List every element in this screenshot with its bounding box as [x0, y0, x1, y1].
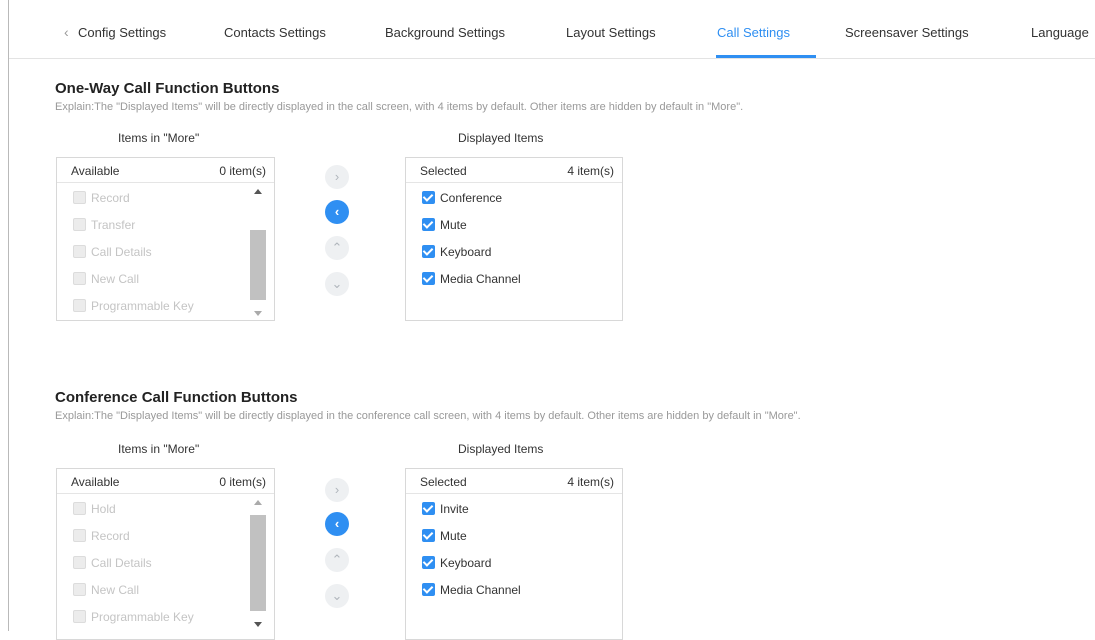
move-left-button[interactable]: ‹ — [325, 512, 349, 536]
active-tab-indicator — [716, 55, 816, 58]
one-way-displayed-header: Displayed Items — [458, 131, 544, 145]
available-count: 0 item(s) — [219, 475, 266, 489]
checkbox-icon — [73, 245, 86, 258]
selected-list-header: Selected 4 item(s) — [406, 158, 622, 183]
move-up-button[interactable]: ⌃ — [325, 548, 349, 572]
list-item: Hold — [73, 502, 116, 516]
available-list-scrollbar[interactable] — [250, 494, 266, 631]
available-list-scrollbar[interactable] — [250, 183, 266, 320]
list-item: Call Details — [73, 556, 152, 570]
conference-explain: Explain:The "Displayed Items" will be di… — [55, 410, 801, 422]
tab-language[interactable]: Language — [1031, 25, 1089, 40]
selected-list-header: Selected 4 item(s) — [406, 469, 622, 494]
available-count: 0 item(s) — [219, 164, 266, 178]
tab-layout-settings[interactable]: Layout Settings — [566, 25, 656, 40]
scroll-thumb[interactable] — [250, 515, 266, 611]
checkbox-icon — [73, 272, 86, 285]
settings-tab-bar: ‹ Config Settings Contacts Settings Back… — [9, 0, 1095, 59]
available-list-header: Available 0 item(s) — [57, 469, 274, 494]
move-up-button[interactable]: ⌃ — [325, 236, 349, 260]
checkbox-checked-icon[interactable] — [422, 556, 435, 569]
checkbox-icon — [73, 529, 86, 542]
one-way-available-list: Available 0 item(s) Record Transfer Call… — [56, 157, 275, 321]
list-item[interactable]: Invite — [422, 502, 469, 516]
checkbox-checked-icon[interactable] — [422, 272, 435, 285]
conference-selected-list: Selected 4 item(s) Invite Mute Keyboard … — [405, 468, 623, 640]
list-item[interactable]: Keyboard — [422, 556, 491, 570]
window-border — [8, 0, 9, 631]
checkbox-icon — [73, 299, 86, 312]
list-item[interactable]: Mute — [422, 529, 467, 543]
selected-count: 4 item(s) — [567, 475, 614, 489]
selected-label: Selected — [420, 164, 467, 178]
list-item: Record — [73, 191, 130, 205]
move-down-button[interactable]: ⌄ — [325, 584, 349, 608]
list-item: New Call — [73, 272, 139, 286]
conference-available-list: Available 0 item(s) Hold Record Call Det… — [56, 468, 275, 640]
checkbox-checked-icon[interactable] — [422, 502, 435, 515]
scroll-up-arrow-icon[interactable] — [254, 500, 262, 505]
one-way-selected-list: Selected 4 item(s) Conference Mute Keybo… — [405, 157, 623, 321]
checkbox-icon — [73, 610, 86, 623]
scroll-down-arrow-icon[interactable] — [254, 311, 262, 316]
one-way-explain: Explain:The "Displayed Items" will be di… — [55, 101, 744, 113]
tab-call-settings[interactable]: Call Settings — [717, 25, 790, 40]
list-item: Programmable Key — [73, 610, 194, 624]
tab-background-settings[interactable]: Background Settings — [385, 25, 505, 40]
conference-displayed-header: Displayed Items — [458, 442, 544, 456]
list-item: Transfer — [73, 218, 135, 232]
checkbox-checked-icon[interactable] — [422, 245, 435, 258]
available-list-header: Available 0 item(s) — [57, 158, 274, 183]
checkbox-checked-icon[interactable] — [422, 529, 435, 542]
move-right-button[interactable]: › — [325, 478, 349, 502]
checkbox-icon — [73, 583, 86, 596]
list-item[interactable]: Media Channel — [422, 272, 521, 286]
list-item: New Call — [73, 583, 139, 597]
tab-contacts-settings[interactable]: Contacts Settings — [224, 25, 326, 40]
checkbox-icon — [73, 191, 86, 204]
move-down-button[interactable]: ⌄ — [325, 272, 349, 296]
list-item[interactable]: Conference — [422, 191, 502, 205]
tab-config-settings[interactable]: Config Settings — [78, 25, 166, 40]
checkbox-icon — [73, 218, 86, 231]
move-right-button[interactable]: › — [325, 165, 349, 189]
one-way-more-header: Items in "More" — [118, 131, 200, 145]
checkbox-checked-icon[interactable] — [422, 583, 435, 596]
one-way-section-title: One-Way Call Function Buttons — [55, 80, 280, 97]
scroll-thumb[interactable] — [250, 230, 266, 300]
list-item[interactable]: Mute — [422, 218, 467, 232]
list-item[interactable]: Keyboard — [422, 245, 491, 259]
selected-count: 4 item(s) — [567, 164, 614, 178]
conference-more-header: Items in "More" — [118, 442, 200, 456]
move-left-button[interactable]: ‹ — [325, 200, 349, 224]
list-item: Programmable Key — [73, 299, 194, 313]
conference-section-title: Conference Call Function Buttons — [55, 389, 298, 406]
available-label: Available — [71, 164, 120, 178]
scroll-down-arrow-icon[interactable] — [254, 622, 262, 627]
list-item: Record — [73, 529, 130, 543]
tab-screensaver-settings[interactable]: Screensaver Settings — [845, 25, 969, 40]
tab-scroll-left-icon[interactable]: ‹ — [64, 24, 69, 40]
list-item[interactable]: Media Channel — [422, 583, 521, 597]
scroll-up-arrow-icon[interactable] — [254, 189, 262, 194]
checkbox-checked-icon[interactable] — [422, 218, 435, 231]
checkbox-icon — [73, 502, 86, 515]
available-label: Available — [71, 475, 120, 489]
selected-label: Selected — [420, 475, 467, 489]
list-item: Call Details — [73, 245, 152, 259]
checkbox-icon — [73, 556, 86, 569]
checkbox-checked-icon[interactable] — [422, 191, 435, 204]
